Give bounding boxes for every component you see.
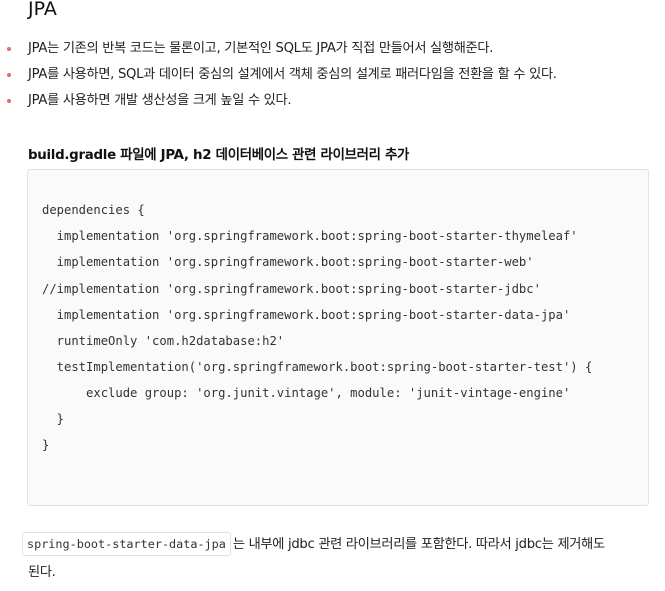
code-line: testImplementation('org.springframework.… xyxy=(42,360,593,374)
bullet-dot-icon xyxy=(7,99,11,103)
section-heading: JPA xyxy=(28,0,57,20)
code-line: } xyxy=(42,438,50,452)
footer-paragraph: spring-boot-starter-data-jpa 는 내부에 jdbc 관… xyxy=(22,531,652,587)
inline-code: spring-boot-starter-data-jpa xyxy=(22,532,231,556)
code-line: runtimeOnly 'com.h2database:h2' xyxy=(42,334,285,348)
code-line: implementation 'org.springframework.boot… xyxy=(42,255,534,269)
bullet-dot-icon xyxy=(7,47,11,51)
code-line: } xyxy=(42,412,65,426)
bullet-text: JPA를 사용하면 개발 생산성을 크게 높일 수 있다. xyxy=(28,93,292,108)
footer-text-line2: 된다. xyxy=(28,565,56,580)
bullet-item: JPA는 기존의 반복 코드는 물론이고, 기본적인 SQL도 JPA가 직접 … xyxy=(0,36,665,62)
bullet-dot-icon xyxy=(7,73,11,77)
bullet-item: JPA를 사용하면, SQL과 데이터 중심의 설계에서 객체 중심의 설계로 … xyxy=(0,62,665,88)
code-line: implementation 'org.springframework.boot… xyxy=(42,308,571,322)
footer-text-line1: 는 내부에 jdbc 관련 라이브러리를 포함한다. 따라서 jdbc는 제거해… xyxy=(232,537,605,552)
code-line: implementation 'org.springframework.boot… xyxy=(42,229,578,243)
bullet-item: JPA를 사용하면 개발 생산성을 크게 높일 수 있다. xyxy=(0,88,665,114)
subheading: build.gradle 파일에 JPA, h2 데이터베이스 관련 라이브러리… xyxy=(28,148,410,163)
code-block[interactable]: dependencies { implementation 'org.sprin… xyxy=(27,169,649,506)
code-line: exclude group: 'org.junit.vintage', modu… xyxy=(42,386,571,400)
bullet-text: JPA를 사용하면, SQL과 데이터 중심의 설계에서 객체 중심의 설계로 … xyxy=(28,67,557,82)
bullet-text: JPA는 기존의 반복 코드는 물론이고, 기본적인 SQL도 JPA가 직접 … xyxy=(28,41,494,56)
code-line: //implementation 'org.springframework.bo… xyxy=(42,282,541,296)
code-line: dependencies { xyxy=(42,203,145,217)
bullet-list: JPA는 기존의 반복 코드는 물론이고, 기본적인 SQL도 JPA가 직접 … xyxy=(0,36,665,114)
